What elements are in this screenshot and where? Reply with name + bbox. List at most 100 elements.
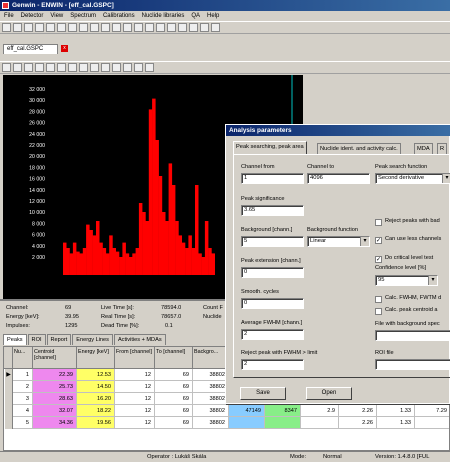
table-cell-e5[interactable]: 1.33 (377, 417, 415, 429)
background-file-input[interactable] (375, 330, 450, 341)
detector-icon[interactable] (46, 23, 55, 32)
menu-file[interactable]: File (4, 11, 14, 21)
table-cell-energy[interactable]: 19.56 (77, 417, 115, 429)
efficiency-icon[interactable] (90, 23, 99, 32)
table-cell-centroid[interactable]: 25.73 (33, 381, 77, 393)
table-cell-centroid[interactable]: 22.39 (33, 369, 77, 381)
report-icon[interactable] (123, 23, 132, 32)
column-header-energy[interactable]: Energy [keV] (77, 347, 115, 369)
table-cell-from[interactable]: 12 (115, 417, 155, 429)
zoom-in-icon[interactable] (35, 63, 44, 72)
table-cell-e3[interactable] (301, 417, 339, 429)
save-button[interactable]: Save (240, 387, 286, 400)
peak-significance-input[interactable]: 3.65 (241, 205, 304, 216)
table-cell-energy[interactable]: 14.50 (77, 381, 115, 393)
menu-nuclide-libraries[interactable]: Nuclide libraries (142, 11, 185, 21)
energy-icon[interactable] (68, 23, 77, 32)
table-cell-e1[interactable]: 47149 (229, 405, 265, 417)
reject-bad-checkbox[interactable] (375, 219, 382, 226)
column-header-number[interactable]: Nu... (13, 347, 33, 369)
table-cell-n[interactable]: 4 (13, 405, 33, 417)
tab-mda[interactable]: MDA (414, 143, 433, 154)
color-icon[interactable] (145, 63, 154, 72)
channel-to-input[interactable]: 4096 (307, 173, 370, 184)
smooth-cycles-input[interactable]: 0 (241, 298, 304, 309)
use-less-channels-checkbox[interactable]: ✓ (375, 237, 382, 244)
qa-icon[interactable] (189, 23, 198, 32)
calc-fwhm-checkbox[interactable] (375, 296, 382, 303)
table-cell-e4[interactable]: 2.26 (339, 417, 377, 429)
marker-icon[interactable] (112, 63, 121, 72)
arrow-up-icon[interactable] (57, 63, 66, 72)
table-cell-e2[interactable]: 8347 (265, 405, 301, 417)
roi-icon[interactable] (156, 23, 165, 32)
table-cell-e6[interactable]: 7.29 (415, 405, 449, 417)
peak-mark-icon[interactable] (123, 63, 132, 72)
table-cell-energy[interactable]: 12.53 (77, 369, 115, 381)
tab-nuclide-ident[interactable]: Nuclide ident. and activity calc. (317, 143, 401, 154)
tab-peak-searching[interactable]: Peak searching, peak area (233, 141, 307, 154)
library-icon[interactable] (101, 23, 110, 32)
settings-icon[interactable] (200, 23, 209, 32)
print-icon[interactable] (35, 23, 44, 32)
fwhm-icon[interactable] (79, 23, 88, 32)
confidence-level-select[interactable]: 95 (375, 275, 438, 286)
table-cell-to[interactable]: 69 (155, 381, 193, 393)
menu-detector[interactable]: Detector (21, 11, 44, 21)
tab-more[interactable]: R (437, 143, 448, 154)
doc-tab-eff-cal[interactable]: eff_cal.GSPC (3, 44, 58, 54)
row-selector[interactable] (5, 405, 13, 417)
table-cell-n[interactable]: 5 (13, 417, 33, 429)
table-cell-bg[interactable]: 38802 (193, 417, 229, 429)
table-cell-e2[interactable] (265, 417, 301, 429)
table-cell-n[interactable]: 2 (13, 381, 33, 393)
table-cell-bg[interactable]: 38802 (193, 369, 229, 381)
reject-fwhm-input[interactable]: 2 (241, 359, 304, 370)
new-icon[interactable] (2, 23, 11, 32)
peak-search-function-select[interactable]: Second derivative (375, 173, 450, 184)
table-cell-centroid[interactable]: 32.07 (33, 405, 77, 417)
overlay-icon[interactable] (134, 63, 143, 72)
table-cell-e1[interactable] (229, 417, 265, 429)
row-selector[interactable] (5, 381, 13, 393)
linear-scale-icon[interactable] (13, 63, 22, 72)
menu-help[interactable]: Help (207, 11, 219, 21)
table-cell-bg[interactable]: 38802 (193, 405, 229, 417)
table-cell-bg[interactable]: 38802 (193, 381, 229, 393)
table-cell-centroid[interactable]: 34.36 (33, 417, 77, 429)
arrow-down-icon[interactable] (68, 63, 77, 72)
tab-activities-mdas[interactable]: Activities + MDAs (113, 334, 166, 345)
analysis-icon[interactable] (112, 23, 121, 32)
column-header-to[interactable]: To [channel] (155, 347, 193, 369)
table-cell-energy[interactable]: 18.22 (77, 405, 115, 417)
roi-file-input[interactable] (375, 359, 450, 370)
save-icon[interactable] (24, 23, 33, 32)
table-cell-from[interactable]: 12 (115, 381, 155, 393)
critical-level-checkbox[interactable]: ✓ (375, 256, 382, 263)
peak-icon[interactable] (145, 23, 154, 32)
peak-extension-input[interactable]: 0 (241, 267, 304, 278)
table-cell-to[interactable]: 69 (155, 417, 193, 429)
menu-spectrum[interactable]: Spectrum (70, 11, 96, 21)
open-button[interactable]: Open (306, 387, 352, 400)
table-cell-bg[interactable]: 38802 (193, 393, 229, 405)
zoom-out-icon[interactable] (46, 63, 55, 72)
menu-view[interactable]: View (50, 11, 63, 21)
tab-energy-lines[interactable]: Energy Lines (72, 334, 113, 345)
tab-peaks[interactable]: Peaks (3, 334, 27, 345)
calibration-icon[interactable] (57, 23, 66, 32)
chart-icon[interactable] (134, 23, 143, 32)
close-icon[interactable]: x (61, 45, 68, 52)
row-selector[interactable] (5, 417, 13, 429)
row-selector[interactable] (5, 393, 13, 405)
help-icon[interactable] (211, 23, 220, 32)
table-cell-e6[interactable] (415, 417, 449, 429)
table-cell-n[interactable]: 3 (13, 393, 33, 405)
table-cell-to[interactable]: 69 (155, 369, 193, 381)
table-cell-to[interactable]: 69 (155, 393, 193, 405)
table-cell-from[interactable]: 12 (115, 405, 155, 417)
table-cell-centroid[interactable]: 28.63 (33, 393, 77, 405)
table-cell-energy[interactable]: 16.20 (77, 393, 115, 405)
grid-icon[interactable] (2, 63, 11, 72)
tab-roi[interactable]: ROI (27, 334, 46, 345)
